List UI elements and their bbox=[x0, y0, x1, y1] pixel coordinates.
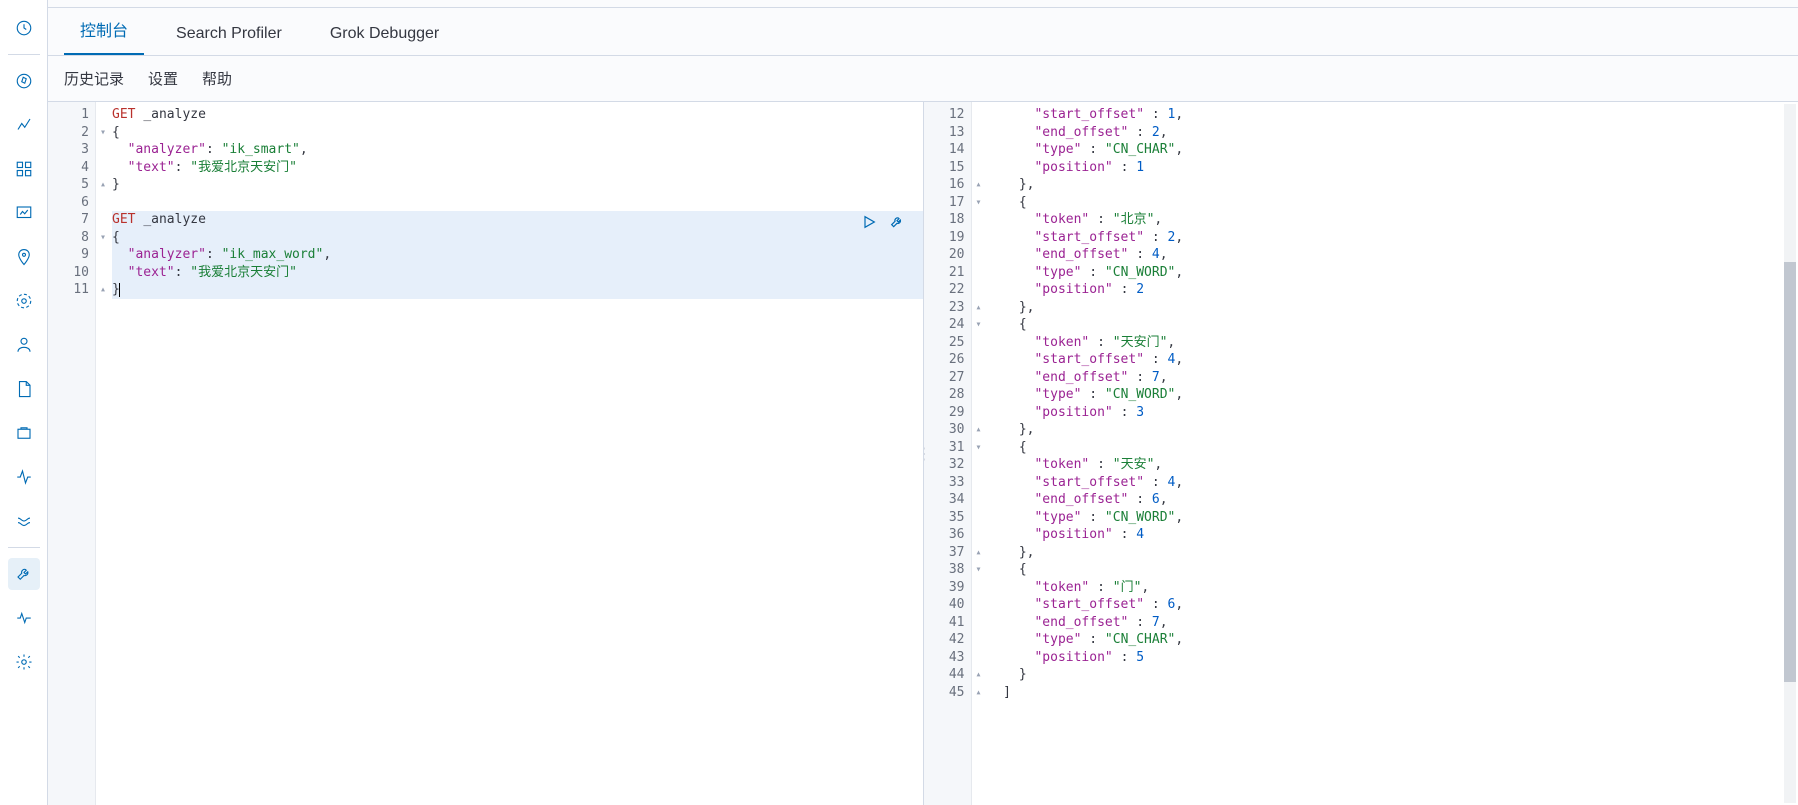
wrench-icon[interactable] bbox=[887, 212, 907, 232]
canvas-icon[interactable] bbox=[8, 197, 40, 229]
subtab-settings[interactable]: 设置 bbox=[148, 68, 178, 89]
request-gutter: 1234567891011 bbox=[48, 102, 96, 805]
response-pane: ⋮ 12131415161718192021222324252627282930… bbox=[923, 102, 1798, 805]
maps-icon[interactable] bbox=[8, 241, 40, 273]
tab-grok-debugger[interactable]: Grok Debugger bbox=[314, 25, 455, 55]
request-editor[interactable]: GET _analyze{ "analyzer": "ik_smart", "t… bbox=[96, 102, 923, 805]
tab-search-profiler[interactable]: Search Profiler bbox=[160, 25, 298, 55]
send-request-icon[interactable] bbox=[859, 212, 879, 232]
console-subtabs: 历史记录 设置 帮助 bbox=[48, 56, 1798, 102]
kibana-sidebar bbox=[0, 0, 48, 805]
ml-icon[interactable] bbox=[8, 285, 40, 317]
uptime-icon[interactable] bbox=[8, 461, 40, 493]
visualize-icon[interactable] bbox=[8, 109, 40, 141]
editor-panes: 1234567891011 ▾▴▾▴ GET _analyze{ "analyz… bbox=[48, 102, 1798, 805]
top-spacer bbox=[48, 0, 1798, 8]
infrastructure-icon[interactable] bbox=[8, 329, 40, 361]
request-actions bbox=[859, 212, 907, 232]
management-icon[interactable] bbox=[8, 646, 40, 678]
subtab-help[interactable]: 帮助 bbox=[202, 68, 232, 89]
siem-icon[interactable] bbox=[8, 505, 40, 537]
tab-console[interactable]: 控制台 bbox=[64, 17, 144, 55]
discover-icon[interactable] bbox=[8, 65, 40, 97]
subtab-history[interactable]: 历史记录 bbox=[64, 68, 124, 89]
logs-icon[interactable] bbox=[8, 373, 40, 405]
response-gutter: 1213141516171819202122232425262728293031… bbox=[924, 102, 972, 805]
main-content: 控制台 Search Profiler Grok Debugger 历史记录 设… bbox=[48, 0, 1798, 805]
recent-icon[interactable] bbox=[8, 12, 40, 44]
response-scrollbar[interactable] bbox=[1782, 102, 1798, 805]
dev-tools-icon[interactable] bbox=[8, 558, 40, 590]
monitoring-icon[interactable] bbox=[8, 602, 40, 634]
pane-resizer[interactable]: ⋮ bbox=[923, 444, 930, 464]
dev-tools-tabs: 控制台 Search Profiler Grok Debugger bbox=[48, 8, 1798, 56]
response-viewer[interactable]: "start_offset" : 1, "end_offset" : 2, "t… bbox=[972, 102, 1798, 805]
scrollbar-thumb[interactable] bbox=[1784, 262, 1796, 682]
apm-icon[interactable] bbox=[8, 417, 40, 449]
dashboard-icon[interactable] bbox=[8, 153, 40, 185]
request-pane: 1234567891011 ▾▴▾▴ GET _analyze{ "analyz… bbox=[48, 102, 923, 805]
